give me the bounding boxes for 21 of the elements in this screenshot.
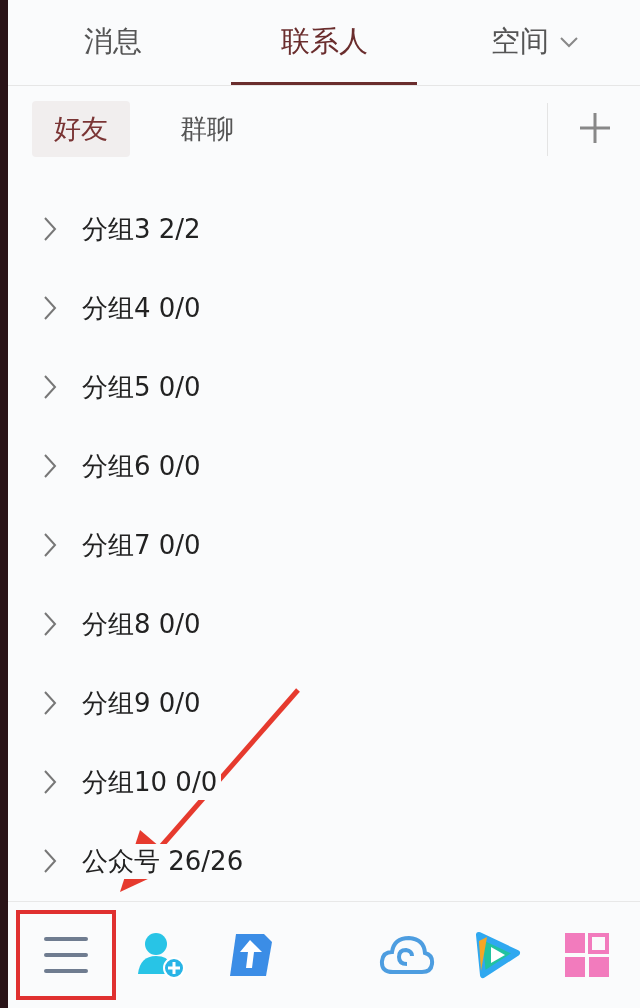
chevron-right-icon[interactable]: [42, 295, 58, 321]
toolbar-button[interactable]: [16, 909, 116, 1000]
upload-arrow-icon: [228, 931, 274, 978]
chevron-right-icon[interactable]: [42, 216, 58, 242]
chevron-right-icon[interactable]: [42, 848, 58, 874]
apps-grid-icon: [564, 931, 610, 978]
subtab[interactable]: 好友: [32, 101, 130, 158]
tab[interactable]: 消息: [8, 0, 219, 85]
plus-icon: [578, 110, 612, 145]
chevron-right-icon[interactable]: [42, 690, 58, 716]
chevron-right-icon[interactable]: [42, 611, 58, 637]
chevron-right-icon[interactable]: [42, 769, 58, 795]
subtab[interactable]: 群聊: [158, 101, 256, 158]
menu-icon: [42, 934, 90, 975]
tab[interactable]: 联系人: [218, 0, 430, 85]
chevron-right-icon[interactable]: [42, 453, 58, 479]
cloud-icon: [379, 933, 435, 976]
chevron-right-icon[interactable]: [42, 374, 58, 400]
tab[interactable]: 空间: [429, 0, 640, 85]
chevron-right-icon[interactable]: [42, 532, 58, 558]
play-icon: [473, 930, 521, 979]
